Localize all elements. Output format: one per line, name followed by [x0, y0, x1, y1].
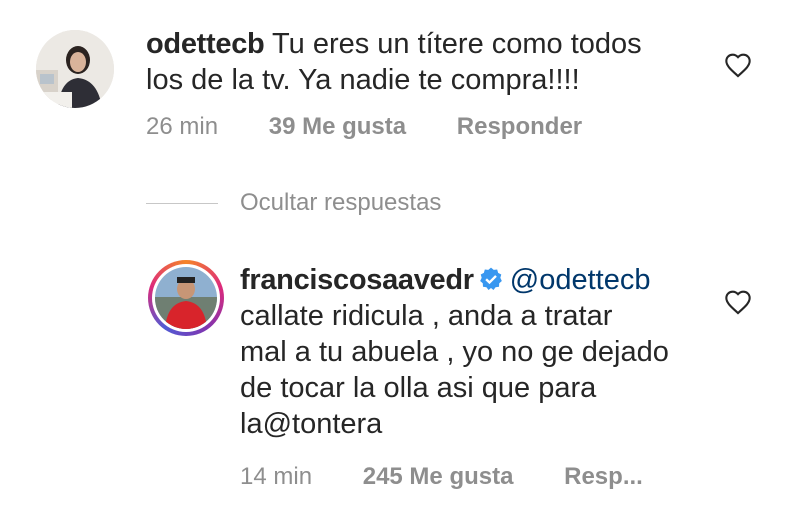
reply-body-line-4: la@tontera	[240, 408, 383, 440]
reply-button[interactable]: Resp...	[564, 463, 643, 490]
divider-line	[146, 202, 218, 204]
reply-body-line-3: de tocar la olla asi que para	[240, 372, 597, 404]
likes-count[interactable]: 245 Me gusta	[363, 463, 514, 490]
reply-username[interactable]: franciscosaavedr	[240, 264, 474, 296]
reply-text: franciscosaavedr @odettecb callate ridic…	[240, 262, 710, 442]
comment-time: 26 min	[146, 113, 219, 140]
avatar-photo	[36, 30, 114, 108]
avatar[interactable]	[36, 30, 114, 108]
hide-replies-toggle[interactable]: Ocultar respuestas	[146, 188, 441, 218]
heart-icon[interactable]	[724, 289, 752, 315]
likes-count[interactable]: 39 Me gusta	[269, 113, 406, 140]
verified-badge-icon	[479, 267, 502, 291]
reply-time: 14 min	[240, 463, 313, 490]
avatar-photo	[155, 267, 217, 329]
reply-button[interactable]: Responder	[457, 113, 582, 140]
comment-body-line-1: Tu eres un títere como todos	[272, 28, 642, 60]
comment-odettecb: odettecb Tu eres un títere como todos lo…	[0, 0, 800, 160]
comment-text: odettecb Tu eres un títere como todos lo…	[146, 26, 706, 98]
hide-replies-label[interactable]: Ocultar respuestas	[240, 189, 441, 217]
mention-link[interactable]: @odettecb	[510, 264, 651, 296]
comment-body-line-2: los de la tv. Ya nadie te compra!!!!	[146, 64, 580, 96]
avatar	[152, 264, 220, 332]
heart-icon[interactable]	[724, 52, 752, 78]
comment-meta: 26 min 39 Me gusta Responder	[146, 113, 626, 141]
reply-body-line-2: mal a tu abuela , yo no ge dejado	[240, 336, 669, 368]
reply-body-line-1: callate ridicula , anda a tratar	[240, 300, 613, 332]
reply-meta: 14 min 245 Me gusta Resp...	[240, 463, 687, 491]
comment-username[interactable]: odettecb	[146, 28, 265, 60]
avatar-story-ring[interactable]	[148, 260, 224, 336]
